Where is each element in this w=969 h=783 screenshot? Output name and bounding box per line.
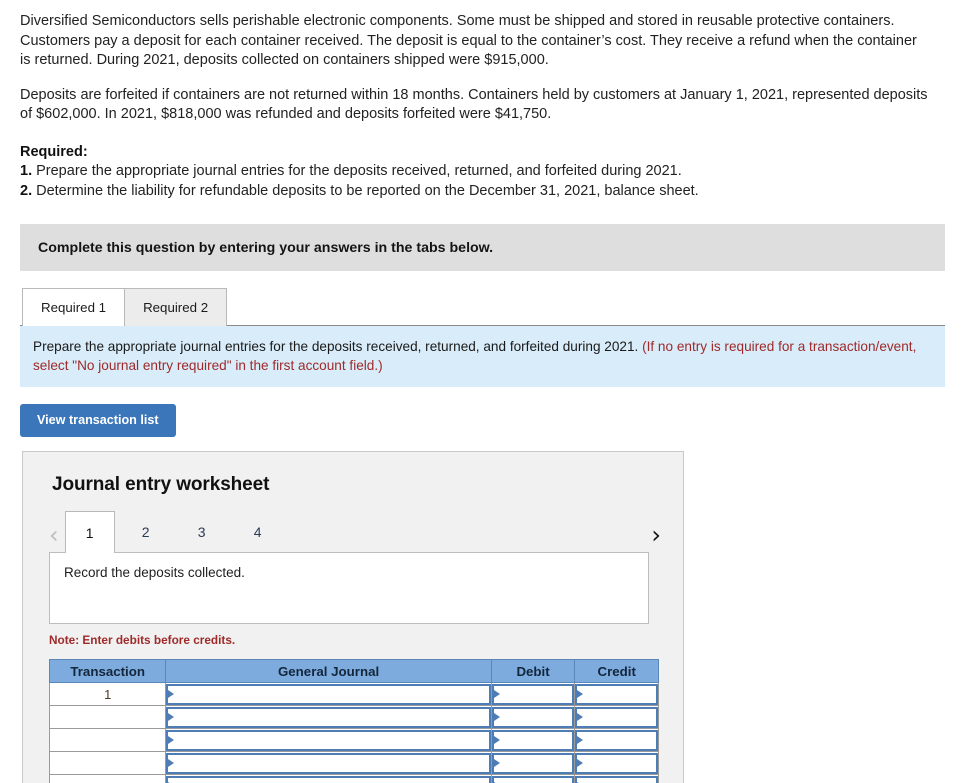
worksheet-page-3-label: 3: [197, 524, 206, 540]
cell-credit-3[interactable]: [574, 728, 659, 752]
complete-question-text: Complete this question by entering your …: [38, 239, 494, 256]
chevron-left-icon[interactable]: ‹: [49, 523, 59, 553]
view-transaction-list-wrap: View transaction list: [0, 388, 969, 437]
tab-required-1-label: Required 1: [41, 300, 107, 315]
general-journal-select-4[interactable]: [166, 752, 491, 774]
cell-general-journal-4[interactable]: [165, 751, 492, 775]
dropdown-arrow-icon: [493, 690, 500, 698]
cell-credit-4[interactable]: [574, 751, 659, 775]
worksheet-page-1[interactable]: 1: [64, 511, 115, 553]
table-row: [48, 728, 659, 752]
worksheet-page-2-label: 2: [141, 524, 150, 540]
dropdown-arrow-icon: [577, 690, 584, 698]
cell-credit-5[interactable]: [574, 774, 659, 783]
problem-paragraph-1: Diversified Semiconductors sells perisha…: [20, 13, 917, 68]
instruction-bar: Prepare the appropriate journal entries …: [20, 325, 945, 387]
cell-debit-4[interactable]: [490, 751, 576, 775]
debit-input-2[interactable]: [491, 706, 575, 728]
worksheet-pager: ‹ 1 2 3 4 ›: [23, 511, 683, 553]
cell-transaction-5[interactable]: [48, 774, 167, 783]
cell-credit-2[interactable]: [574, 705, 659, 729]
required-section: Required: 1. Prepare the appropriate jou…: [0, 143, 969, 202]
worksheet-description-text: Record the deposits collected.: [64, 565, 245, 580]
required-item-1: 1. Prepare the appropriate journal entri…: [20, 162, 949, 182]
problem-statement: Diversified Semiconductors sells perisha…: [0, 0, 950, 125]
worksheet-title: Journal entry worksheet: [52, 474, 270, 495]
cell-general-journal-2[interactable]: [165, 705, 492, 729]
journal-entry-table: Transaction General Journal Debit Credit…: [48, 659, 659, 783]
general-journal-select-5[interactable]: [166, 775, 491, 783]
table-row: [48, 751, 659, 775]
cell-general-journal-3[interactable]: [165, 728, 492, 752]
complete-question-bar: Complete this question by entering your …: [20, 224, 945, 271]
worksheet-note: Note: Enter debits before credits.: [49, 633, 236, 647]
worksheet-page-1-label: 1: [85, 524, 94, 541]
problem-paragraph-2: Deposits are forfeited if containers are…: [20, 86, 928, 123]
cell-debit-2[interactable]: [490, 705, 576, 729]
table-row: [48, 774, 659, 783]
worksheet-page-2[interactable]: 2: [121, 511, 171, 553]
cell-debit-5[interactable]: [490, 774, 576, 783]
cell-debit-1[interactable]: [490, 682, 576, 706]
dropdown-arrow-icon: [168, 690, 175, 698]
cell-transaction-3[interactable]: [48, 728, 167, 752]
dropdown-arrow-icon: [493, 736, 500, 744]
required-item-2-text: Determine the liability for refundable d…: [32, 182, 699, 199]
worksheet-page-4-label: 4: [253, 524, 262, 540]
debit-input-3[interactable]: [491, 729, 575, 751]
cell-general-journal-5[interactable]: [165, 774, 492, 783]
general-journal-select-2[interactable]: [166, 706, 491, 728]
cell-transaction-4[interactable]: [48, 751, 167, 775]
required-item-2-number: 2.: [20, 182, 33, 199]
dropdown-arrow-icon: [577, 759, 584, 767]
chevron-right-icon[interactable]: ›: [651, 523, 661, 553]
cell-credit-1[interactable]: [574, 682, 659, 706]
worksheet-page-3[interactable]: 3: [177, 511, 227, 553]
dropdown-arrow-icon: [168, 713, 175, 721]
dropdown-arrow-icon: [168, 759, 175, 767]
view-transaction-list-button[interactable]: View transaction list: [20, 404, 176, 437]
cell-general-journal-1[interactable]: [165, 682, 492, 706]
dropdown-arrow-icon: [168, 736, 175, 744]
tab-required-2[interactable]: Required 2: [124, 288, 228, 326]
required-item-1-number: 1.: [20, 163, 33, 179]
column-header-credit: Credit: [574, 659, 659, 683]
cell-debit-3[interactable]: [490, 728, 576, 752]
debit-input-5[interactable]: [491, 775, 575, 783]
dropdown-arrow-icon: [577, 713, 584, 721]
debit-input-4[interactable]: [491, 752, 575, 774]
credit-input-2[interactable]: [575, 706, 658, 728]
cell-transaction-1[interactable]: 1: [48, 682, 167, 706]
tab-required-2-label: Required 2: [143, 300, 209, 315]
table-header-row: Transaction General Journal Debit Credit: [48, 659, 659, 683]
credit-input-4[interactable]: [575, 752, 658, 774]
dropdown-arrow-icon: [493, 713, 500, 721]
worksheet-description-box: Record the deposits collected.: [49, 552, 649, 624]
column-header-general-journal: General Journal: [165, 659, 492, 683]
column-header-transaction: Transaction: [48, 659, 167, 683]
cell-transaction-2[interactable]: [48, 705, 167, 729]
required-heading: Required:: [20, 143, 88, 160]
required-item-2: 2. Determine the liability for refundabl…: [20, 182, 949, 202]
credit-input-1[interactable]: [575, 683, 658, 705]
credit-input-5[interactable]: [575, 775, 658, 783]
instruction-main-text: Prepare the appropriate journal entries …: [33, 339, 643, 354]
general-journal-select-1[interactable]: [166, 683, 491, 705]
dropdown-arrow-icon: [577, 736, 584, 744]
requirement-tabs: Required 1 Required 2: [22, 288, 969, 326]
dropdown-arrow-icon: [493, 759, 500, 767]
credit-input-3[interactable]: [575, 729, 658, 751]
worksheet-page-4[interactable]: 4: [233, 511, 283, 553]
table-row: 1: [48, 682, 659, 706]
journal-entry-worksheet-panel: Journal entry worksheet ‹ 1 2 3 4 › Reco…: [22, 451, 684, 783]
tab-required-1[interactable]: Required 1: [22, 288, 126, 326]
table-row: [48, 705, 659, 729]
general-journal-select-3[interactable]: [166, 729, 491, 751]
column-header-debit: Debit: [490, 659, 576, 683]
required-item-1-text: Prepare the appropriate journal entries …: [32, 163, 682, 179]
debit-input-1[interactable]: [491, 683, 575, 705]
